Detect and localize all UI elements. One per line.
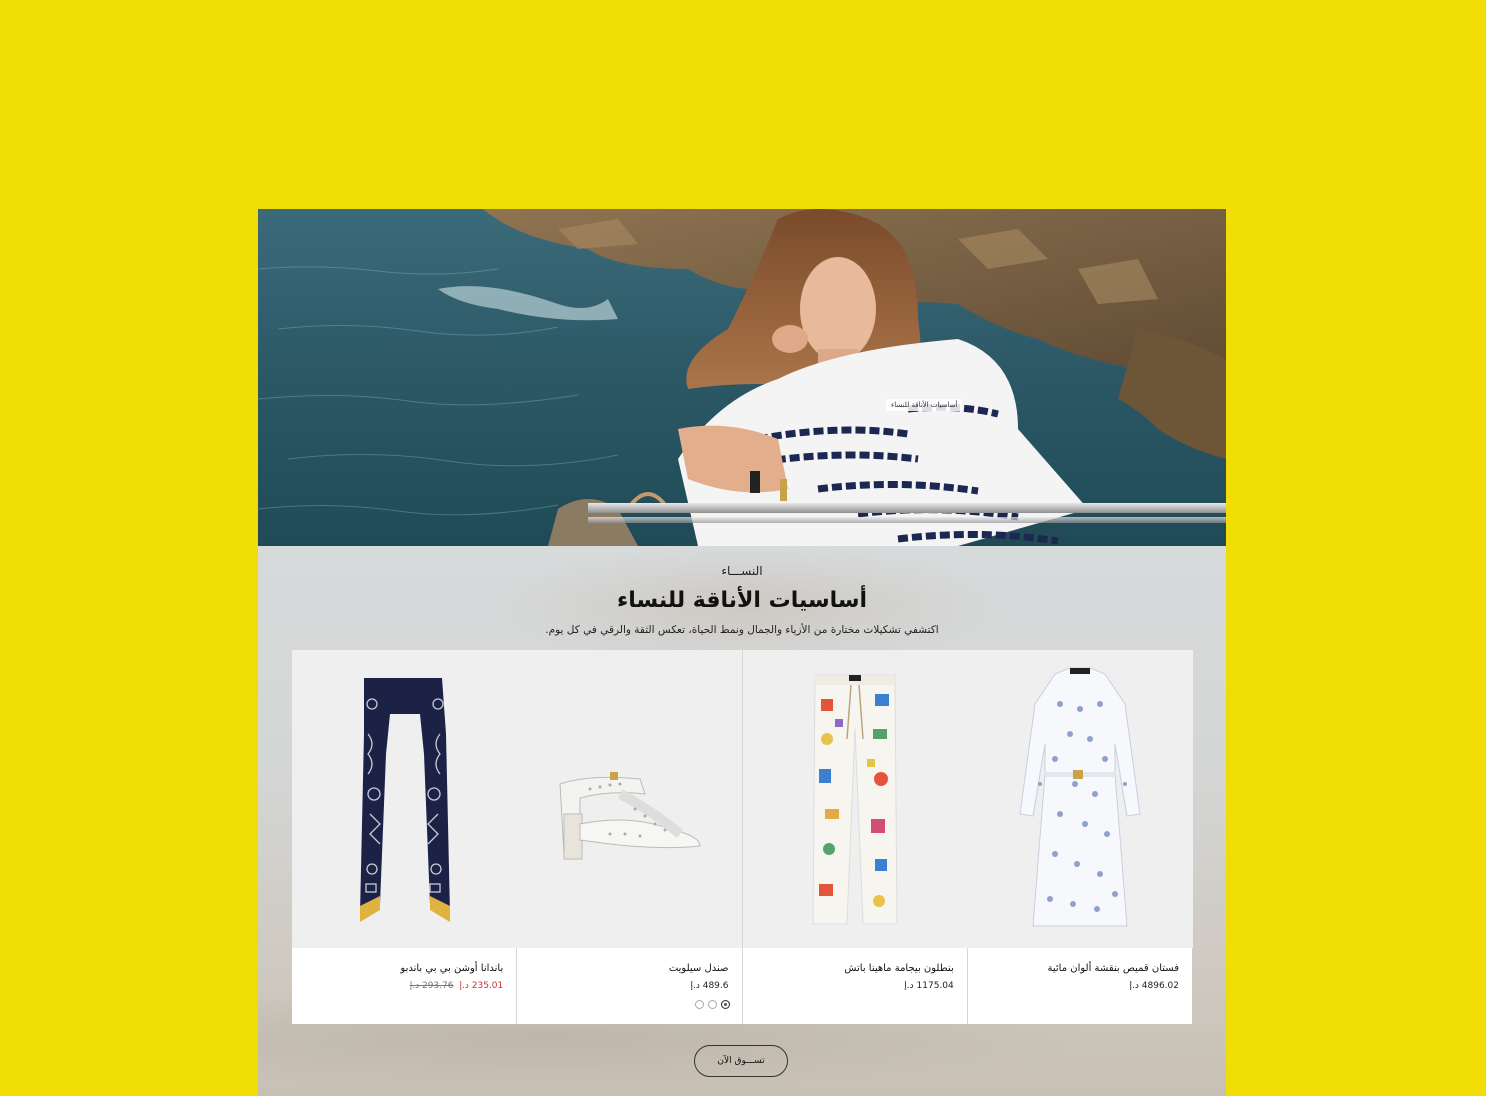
color-swatch[interactable] [707, 1000, 717, 1009]
original-price: 293.76 د.إ [409, 981, 454, 991]
product-card[interactable]: فستان قميص بنقشة ألوان مائية 4896.02 د.إ [966, 650, 1193, 1024]
color-swatch-selected[interactable] [720, 1000, 730, 1009]
product-name[interactable]: بنطلون بيجامة ماهينا باتش [844, 963, 954, 974]
color-swatches [694, 1000, 730, 1009]
product-name[interactable]: صندل سيلويت [669, 963, 729, 974]
product-price: 1175.04 د.إ [904, 981, 954, 991]
product-name[interactable]: فستان قميص بنقشة ألوان مائية [1048, 963, 1179, 974]
section-subtitle: اكتشفي تشكيلات مختارة من الأزياء والجمال… [545, 624, 939, 636]
product-name[interactable]: باندانا أوشن بي بي باندبو [400, 963, 503, 974]
shop-now-button[interactable]: تســـوق الآن [694, 1045, 788, 1077]
hero-banner[interactable]: أساسيات الأناقة للنساء [258, 209, 1226, 546]
product-image-sandal[interactable] [517, 650, 743, 948]
product-price: 4896.02 د.إ [1129, 981, 1179, 991]
product-grid: فستان قميص بنقشة ألوان مائية 4896.02 د.إ [292, 650, 1193, 1024]
product-image-dress[interactable] [967, 650, 1193, 948]
product-card[interactable]: باندانا أوشن بي بي باندبو 235.01 د.إ 293.… [292, 650, 517, 1024]
section-title: أساسيات الأناقة للنساء [616, 588, 868, 613]
product-card[interactable]: بنطلون بيجامة ماهينا باتش 1175.04 د.إ [741, 650, 968, 1024]
sale-price: 235.01 د.إ [459, 981, 504, 991]
page-frame: أساسيات الأناقة للنساء النســـاء أساسيات… [258, 209, 1226, 1096]
color-swatch[interactable] [694, 1000, 704, 1009]
hero-image [258, 209, 1226, 546]
hero-product-tag[interactable]: أساسيات الأناقة للنساء [886, 399, 963, 411]
product-price: 489.6 د.إ [690, 981, 729, 991]
product-image-pajama-pants[interactable] [742, 650, 968, 948]
product-price: 235.01 د.إ 293.76 د.إ [410, 981, 503, 991]
section-eyebrow: النســـاء [721, 564, 763, 578]
product-image-bandeau[interactable] [292, 650, 517, 948]
product-card[interactable]: صندل سيلويت 489.6 د.إ [516, 650, 743, 1024]
collection-section: النســـاء أساسيات الأناقة للنساء اكتشفي … [258, 546, 1226, 1096]
